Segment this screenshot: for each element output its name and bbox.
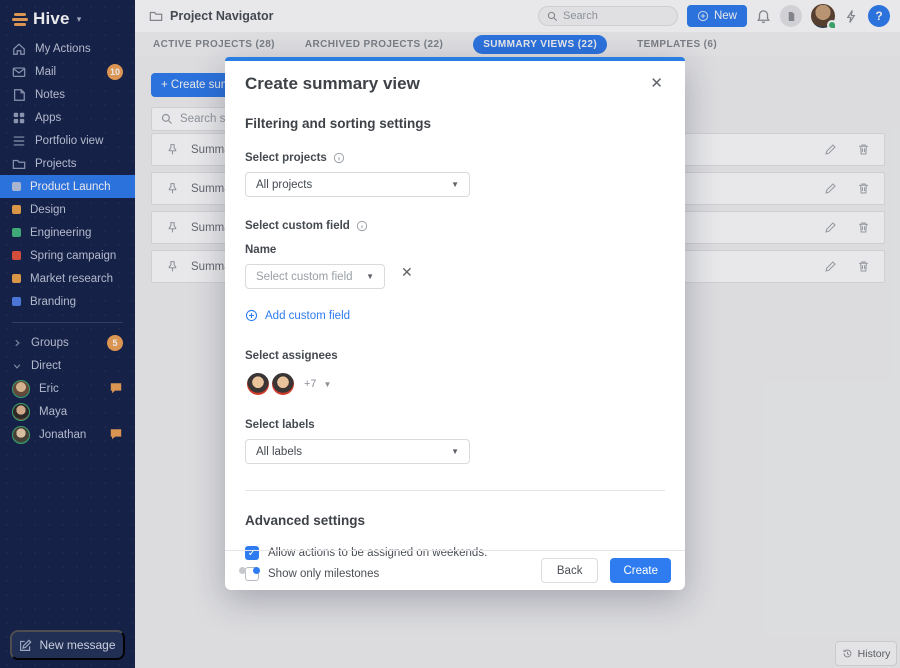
info-icon[interactable] <box>333 152 345 164</box>
modal-title: Create summary view <box>245 74 420 94</box>
modal-divider <box>245 490 665 491</box>
select-projects-dropdown[interactable]: All projects ▼ <box>245 172 470 197</box>
select-assignees-label: Select assignees <box>245 350 665 362</box>
filtering-heading: Filtering and sorting settings <box>245 116 665 131</box>
select-labels-value: All labels <box>256 446 302 458</box>
chevron-down-icon: ▼ <box>366 272 374 281</box>
avatar <box>270 371 296 397</box>
step-dots <box>239 567 260 574</box>
custom-field-name-label: Name <box>245 244 665 256</box>
close-icon[interactable]: ✕ <box>648 74 665 93</box>
chevron-down-icon: ▼ <box>324 380 332 389</box>
assignee-picker[interactable]: +7 ▼ <box>245 371 665 397</box>
modal-footer: Back Create <box>225 550 685 590</box>
chevron-down-icon: ▼ <box>451 180 459 189</box>
add-custom-field-button[interactable]: Add custom field <box>245 309 350 322</box>
custom-field-placeholder: Select custom field <box>256 271 353 283</box>
custom-field-dropdown[interactable]: Select custom field ▼ <box>245 264 385 289</box>
select-custom-field-label: Select custom field <box>245 220 665 232</box>
select-labels-label: Select labels <box>245 419 665 431</box>
info-icon[interactable] <box>356 220 368 232</box>
plus-circle-icon <box>245 309 258 322</box>
create-summary-view-modal: Create summary view ✕ Filtering and sort… <box>225 57 685 590</box>
chevron-down-icon: ▼ <box>451 447 459 456</box>
advanced-heading: Advanced settings <box>245 513 665 528</box>
select-labels-dropdown[interactable]: All labels ▼ <box>245 439 470 464</box>
remove-custom-field-icon[interactable]: ✕ <box>401 264 413 281</box>
back-button[interactable]: Back <box>541 558 599 583</box>
avatar <box>245 371 271 397</box>
create-button[interactable]: Create <box>610 558 671 583</box>
step-dot[interactable] <box>253 567 260 574</box>
step-dot[interactable] <box>239 567 246 574</box>
select-projects-label: Select projects <box>245 152 665 164</box>
assignee-more-count: +7 <box>304 378 317 390</box>
select-projects-value: All projects <box>256 179 312 191</box>
